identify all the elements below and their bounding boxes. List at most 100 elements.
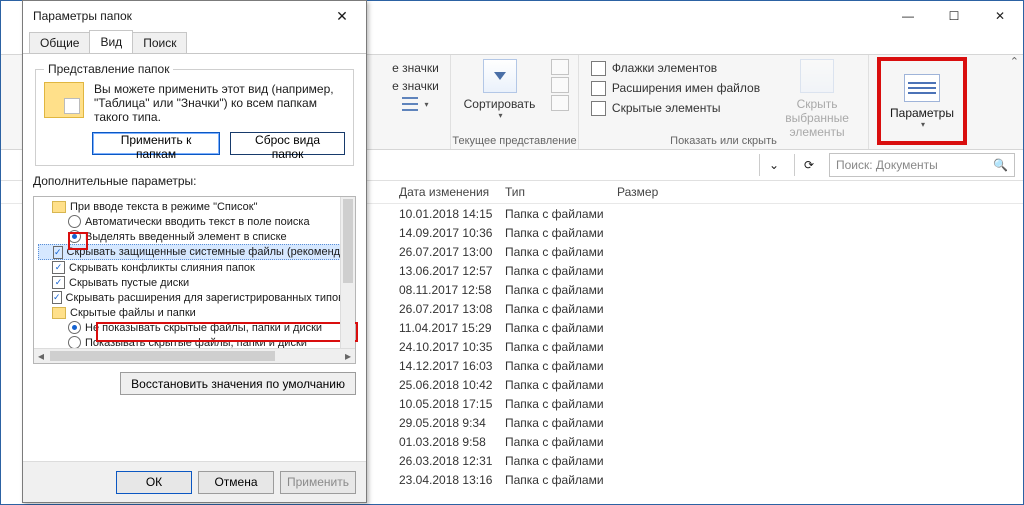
sort-button[interactable]: Сортировать ▾ (461, 59, 539, 120)
folder-options-dialog: Параметры папок ✕ Общие Вид Поиск Предст… (22, 0, 367, 503)
apply-to-folders-button[interactable]: Применить к папкам (92, 132, 220, 155)
tree-opt-show-hidden[interactable]: Показывать скрытые файлы, папки и диски (38, 335, 341, 349)
table-row[interactable]: 26.07.2017 13:08Папка с файлами (399, 299, 1023, 318)
table-row[interactable]: 10.01.2018 14:15Папка с файлами (399, 204, 1023, 223)
chk-item-checkboxes[interactable]: Флажки элементов (591, 59, 717, 77)
options-button[interactable]: Параметры ▾ (877, 57, 967, 145)
tree-vscrollbar[interactable] (340, 197, 355, 349)
col-type[interactable]: Тип (505, 185, 617, 199)
apply-button[interactable]: Применить (280, 471, 356, 494)
cell-date: 08.11.2017 12:58 (399, 283, 505, 297)
layout-opt-3[interactable]: ▾ (402, 95, 428, 113)
checkbox-icon[interactable]: ✓ (52, 261, 65, 274)
size-columns-button[interactable] (551, 95, 569, 111)
tree-opt-dont-show-hidden[interactable]: Не показывать скрытые файлы, папки и дис… (38, 320, 341, 335)
table-row[interactable]: 23.04.2018 13:16Папка с файлами (399, 470, 1023, 489)
col-date[interactable]: Дата изменения (399, 185, 505, 199)
layout-opt-1[interactable]: е значки (392, 59, 439, 77)
col-size[interactable]: Размер (617, 185, 687, 199)
cell-date: 24.10.2017 10:35 (399, 340, 505, 354)
cell-type: Папка с файлами (505, 321, 655, 335)
table-row[interactable]: 14.09.2017 10:36Папка с файлами (399, 223, 1023, 242)
tree-folder-list-mode[interactable]: При вводе текста в режиме "Список" (38, 199, 341, 214)
dialog-titlebar: Параметры папок ✕ (23, 1, 366, 31)
cell-date: 26.03.2018 12:31 (399, 454, 505, 468)
tree-hscrollbar[interactable]: ◂▸ (34, 348, 355, 363)
table-row[interactable]: 25.06.2018 10:42Папка с файлами (399, 375, 1023, 394)
table-row[interactable]: 24.10.2017 10:35Папка с файлами (399, 337, 1023, 356)
checkbox-icon[interactable]: ✓ (53, 246, 63, 259)
tree-opt-hide-extensions[interactable]: ✓Скрывать расширения для зарегистрирован… (38, 290, 341, 305)
ok-button[interactable]: ОК (116, 471, 192, 494)
table-row[interactable]: 10.05.2018 17:15Папка с файлами (399, 394, 1023, 413)
table-row[interactable]: 08.11.2017 12:58Папка с файлами (399, 280, 1023, 299)
tree-opt-hide-protected[interactable]: ✓Скрывать защищенные системные файлы (ре… (38, 244, 341, 260)
cell-type: Папка с файлами (505, 283, 655, 297)
hide-selected-button: Скрыть выбранные элементы (778, 59, 856, 139)
table-row[interactable]: 11.04.2017 15:29Папка с файлами (399, 318, 1023, 337)
cell-date: 29.05.2018 9:34 (399, 416, 505, 430)
cell-date: 10.05.2018 17:15 (399, 397, 505, 411)
cancel-button[interactable]: Отмена (198, 471, 274, 494)
cell-type: Папка с файлами (505, 378, 655, 392)
table-row[interactable]: 01.03.2018 9:58Папка с файлами (399, 432, 1023, 451)
cell-type: Папка с файлами (505, 264, 655, 278)
radio-icon[interactable] (68, 215, 81, 228)
table-row[interactable]: 14.12.2017 16:03Папка с файлами (399, 356, 1023, 375)
restore-defaults-button[interactable]: Восстановить значения по умолчанию (120, 372, 356, 395)
cell-type: Папка с файлами (505, 435, 655, 449)
dialog-tabs: Общие Вид Поиск (23, 31, 366, 54)
layout-opt-2[interactable]: е значки (392, 77, 439, 95)
view-mini-buttons (551, 59, 569, 111)
explorer-maximize-button[interactable]: ☐ (931, 1, 977, 31)
cell-type: Папка с файлами (505, 207, 655, 221)
table-row[interactable]: 26.03.2018 12:31Папка с файлами (399, 451, 1023, 470)
cell-type: Папка с файлами (505, 226, 655, 240)
folder-views-group: Представление папок Вы можете применить … (35, 62, 354, 166)
cell-date: 13.06.2017 12:57 (399, 264, 505, 278)
chk-file-extensions[interactable]: Расширения имен файлов (591, 79, 760, 97)
cell-date: 14.12.2017 16:03 (399, 359, 505, 373)
table-row[interactable]: 13.06.2017 12:57Папка с файлами (399, 261, 1023, 280)
tab-search[interactable]: Поиск (132, 32, 187, 53)
cell-type: Папка с файлами (505, 397, 655, 411)
dialog-close-button[interactable]: ✕ (324, 4, 360, 28)
tree-opt-auto-type[interactable]: Автоматически вводить текст в поле поиск… (38, 214, 341, 229)
table-row[interactable]: 29.05.2018 9:34Папка с файлами (399, 413, 1023, 432)
chk-hidden-items[interactable]: Скрытые элементы (591, 99, 721, 117)
search-icon: 🔍 (993, 158, 1008, 172)
addr-dropdown-icon[interactable]: ⌄ (759, 154, 788, 176)
folder-views-text: Вы можете применить этот вид (например, … (94, 82, 345, 124)
folder-icon (52, 201, 66, 213)
tab-general[interactable]: Общие (29, 32, 90, 53)
search-input[interactable]: Поиск: Документы 🔍 (829, 153, 1015, 177)
checkbox-icon[interactable]: ✓ (52, 276, 65, 289)
folder-views-icon (44, 82, 84, 118)
tree-folder-hidden[interactable]: Скрытые файлы и папки (38, 305, 341, 320)
refresh-icon[interactable]: ⟳ (794, 154, 823, 176)
advanced-settings-tree[interactable]: При вводе текста в режиме "Список" Автом… (33, 196, 356, 364)
explorer-close-button[interactable]: ✕ (977, 1, 1023, 31)
options-label: Параметры (890, 106, 954, 120)
explorer-minimize-button[interactable]: — (885, 1, 931, 31)
tab-view[interactable]: Вид (89, 30, 133, 53)
cell-type: Папка с файлами (505, 359, 655, 373)
checkbox-icon[interactable]: ✓ (52, 291, 62, 304)
table-row[interactable]: 26.07.2017 13:00Папка с файлами (399, 242, 1023, 261)
tree-opt-hide-empty-drives[interactable]: ✓Скрывать пустые диски (38, 275, 341, 290)
cell-type: Папка с файлами (505, 416, 655, 430)
reset-folders-button[interactable]: Сброс вида папок (230, 132, 345, 155)
tree-opt-hide-merge[interactable]: ✓Скрывать конфликты слияния папок (38, 260, 341, 275)
add-columns-button[interactable] (551, 77, 569, 93)
tree-opt-select-typed[interactable]: Выделять введенный элемент в списке (38, 229, 341, 244)
cell-date: 26.07.2017 13:00 (399, 245, 505, 259)
cell-date: 01.03.2018 9:58 (399, 435, 505, 449)
hide-selected-icon (800, 59, 834, 93)
sort-label: Сортировать (464, 97, 536, 111)
sort-icon (483, 59, 517, 93)
ribbon-collapse-icon[interactable]: ⌃ (1010, 55, 1019, 68)
group-by-button[interactable] (551, 59, 569, 75)
ribbon-group-layout: е значки е значки ▾ (381, 55, 451, 149)
radio-icon[interactable] (68, 230, 81, 243)
radio-icon[interactable] (68, 321, 81, 334)
